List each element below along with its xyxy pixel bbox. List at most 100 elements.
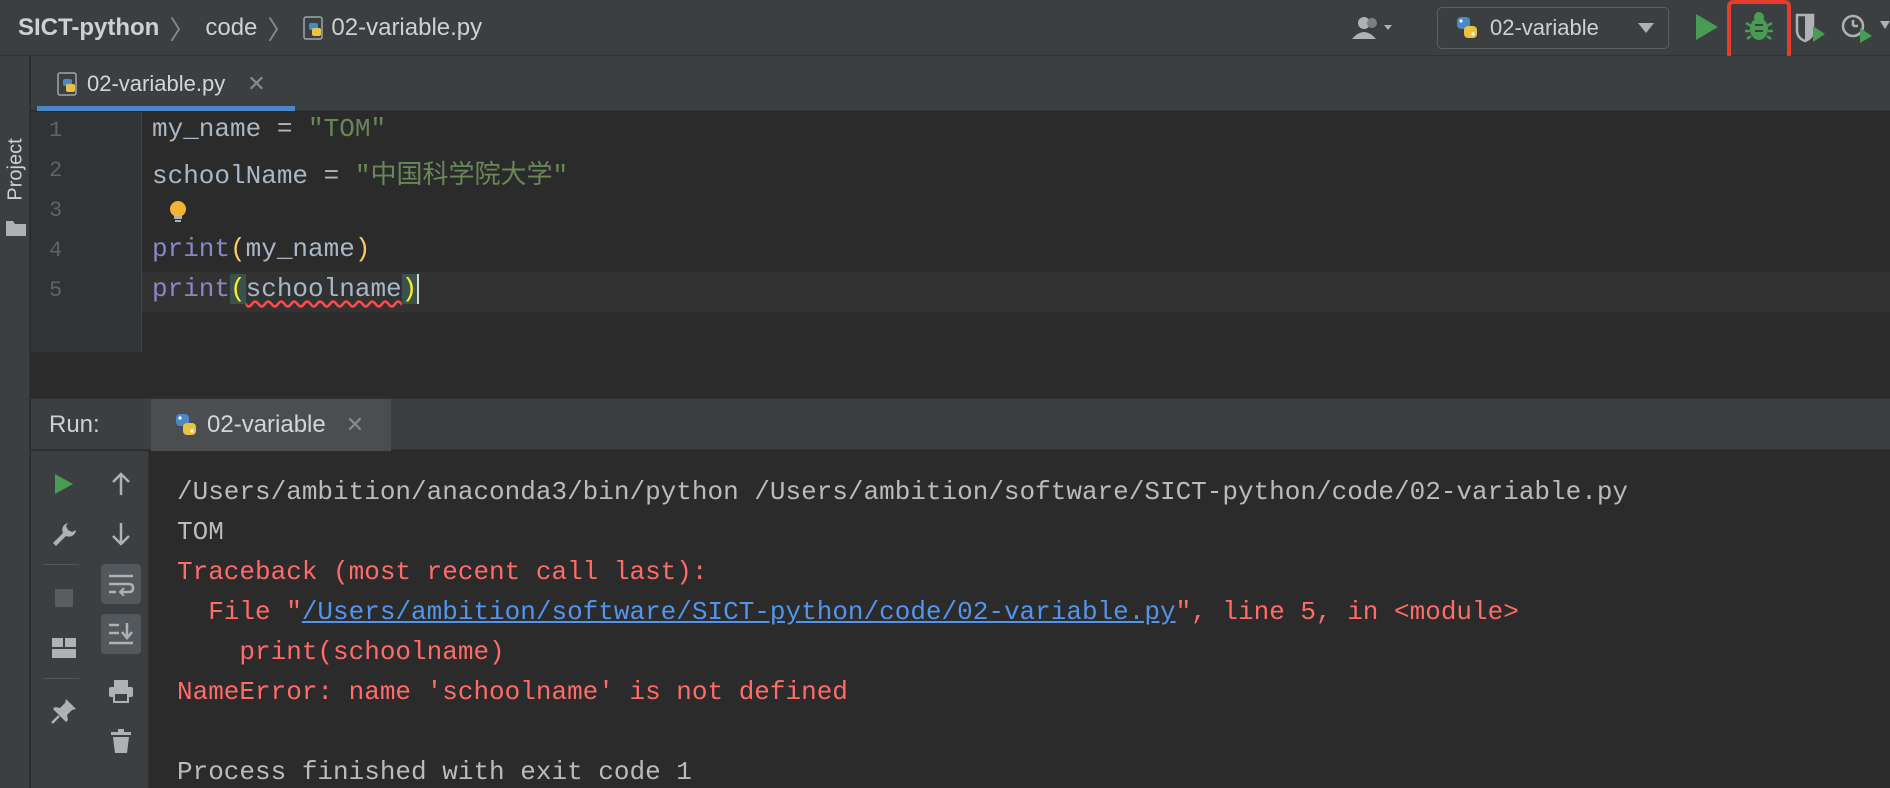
trash-icon <box>111 729 131 753</box>
editor-tab[interactable]: 02-variable.py ✕ <box>37 56 295 111</box>
run-with-coverage-button[interactable] <box>1793 12 1827 49</box>
vcs-user-button[interactable] <box>1345 10 1403 46</box>
user-icon <box>1352 17 1392 39</box>
toolbar-divider <box>43 564 79 565</box>
debug-button[interactable] <box>1744 10 1774 47</box>
console-text: ", line 5, in <module> <box>1175 597 1519 627</box>
navigation-bar: SICT-python 〉 code 〉 02-variable.py 02-v… <box>0 0 1890 70</box>
chevron-down-icon <box>1638 23 1654 33</box>
active-tab-indicator <box>37 106 295 111</box>
code-line: print(my_name) <box>152 234 370 264</box>
stop-button[interactable] <box>44 578 84 618</box>
console-output-line: TOM <box>177 517 224 547</box>
run-toolbar <box>31 451 149 788</box>
more-actions-button[interactable] <box>1880 18 1890 38</box>
restore-layout-button[interactable] <box>44 628 84 668</box>
soft-wrap-toggle[interactable] <box>101 564 141 604</box>
line-number: 1 <box>49 118 63 143</box>
editor-tab-label: 02-variable.py <box>87 70 226 96</box>
edit-configuration-button[interactable] <box>44 514 84 554</box>
run-icon <box>55 474 73 494</box>
console-error-line: NameError: name 'schoolname' is not defi… <box>177 677 848 707</box>
project-label: Project <box>4 138 27 201</box>
breadcrumb-separator-icon: 〉 <box>169 14 196 45</box>
scroll-down-button[interactable] <box>101 514 141 554</box>
clear-all-button[interactable] <box>101 721 141 761</box>
code-operator: = <box>308 161 355 191</box>
close-icon[interactable]: ✕ <box>346 412 364 438</box>
python-file-icon <box>303 16 324 40</box>
line-number: 2 <box>49 158 63 183</box>
toolbar-divider <box>43 678 79 679</box>
arrow-down-icon <box>112 523 130 546</box>
run-tab[interactable]: 02-variable ✕ <box>151 399 391 451</box>
code-identifier-error: schoolname <box>245 274 402 304</box>
pin-tab-button[interactable] <box>44 691 84 731</box>
code-identifier: schoolName <box>152 161 309 191</box>
lightbulb-icon[interactable] <box>168 199 188 225</box>
run-configuration-label: 02-variable <box>1490 15 1599 40</box>
breadcrumb-file[interactable]: 02-variable.py <box>303 14 482 42</box>
editor-tab-strip: 02-variable.py ✕ <box>31 56 1890 111</box>
arrow-up-icon <box>112 472 130 495</box>
scroll-to-end-toggle[interactable] <box>101 614 141 654</box>
pin-icon <box>51 699 76 724</box>
console-output[interactable]: /Users/ambition/anaconda3/bin/python /Us… <box>150 451 1890 788</box>
breadcrumb-folder[interactable]: code <box>205 14 257 42</box>
soft-wrap-icon <box>109 574 135 596</box>
run-button[interactable] <box>1694 12 1720 47</box>
print-button[interactable] <box>101 671 141 711</box>
debug-icon <box>1745 12 1773 40</box>
folder-icon[interactable] <box>5 219 27 237</box>
run-panel-header: Run: 02-variable ✕ <box>31 398 1890 451</box>
breadcrumb-project[interactable]: SICT-python <box>18 14 159 42</box>
print-icon <box>109 680 133 703</box>
code-line: my_name = "TOM" <box>152 114 386 144</box>
traceback-file-link[interactable]: /Users/ambition/software/SICT-python/cod… <box>302 597 1176 627</box>
code-string: "中国科学院大学" <box>354 161 569 191</box>
console-command-line: /Users/ambition/anaconda3/bin/python /Us… <box>177 477 1629 507</box>
code-builtin: print <box>152 274 231 304</box>
code-paren: ) <box>354 234 371 264</box>
console-text: File " <box>177 597 302 627</box>
code-editor[interactable]: 1 2 3 4 5 my_name = "TOM" schoolName = "… <box>31 112 1890 352</box>
line-number: 5 <box>49 278 63 303</box>
profile-button[interactable] <box>1840 12 1874 49</box>
line-number: 4 <box>49 238 63 263</box>
wrench-icon <box>53 523 76 546</box>
code-builtin: print <box>152 234 231 264</box>
coverage-icon <box>1795 13 1825 43</box>
gutter-divider <box>141 112 142 352</box>
rerun-button[interactable] <box>44 464 84 504</box>
code-identifier: my_name <box>152 114 262 144</box>
code-paren: ) <box>401 274 418 304</box>
python-icon <box>176 414 196 435</box>
profile-icon <box>1841 14 1872 43</box>
python-file-icon <box>57 71 77 96</box>
console-exit-line: Process finished with exit code 1 <box>177 757 692 787</box>
left-tool-window-strip: Project <box>0 56 30 788</box>
stop-icon <box>55 589 73 607</box>
line-number-gutter: 1 2 3 4 5 <box>31 112 141 352</box>
python-icon <box>1457 17 1477 38</box>
code-line: print(schoolname) <box>152 274 420 305</box>
line-number: 3 <box>49 198 63 223</box>
chevron-down-icon <box>1880 21 1890 29</box>
scroll-up-button[interactable] <box>101 464 141 504</box>
run-icon <box>1696 14 1718 40</box>
breadcrumb-file-label: 02-variable.py <box>331 14 483 41</box>
project-tool-window-button[interactable]: Project <box>2 130 28 210</box>
layout-icon <box>52 638 76 658</box>
text-cursor <box>417 274 420 305</box>
code-identifier: my_name <box>245 234 355 264</box>
breadcrumb-separator-icon: 〉 <box>267 14 294 45</box>
code-paren: ( <box>230 234 246 264</box>
code-string: "TOM" <box>308 114 387 144</box>
console-error-line: Traceback (most recent call last): <box>177 557 708 587</box>
run-configuration-select[interactable]: 02-variable <box>1437 7 1669 49</box>
code-line: schoolName = "中国科学院大学" <box>152 154 568 191</box>
scroll-to-end-icon <box>109 623 133 645</box>
run-panel-label: Run: <box>49 411 100 438</box>
close-icon[interactable]: ✕ <box>247 71 265 97</box>
run-tab-label: 02-variable <box>207 411 326 438</box>
